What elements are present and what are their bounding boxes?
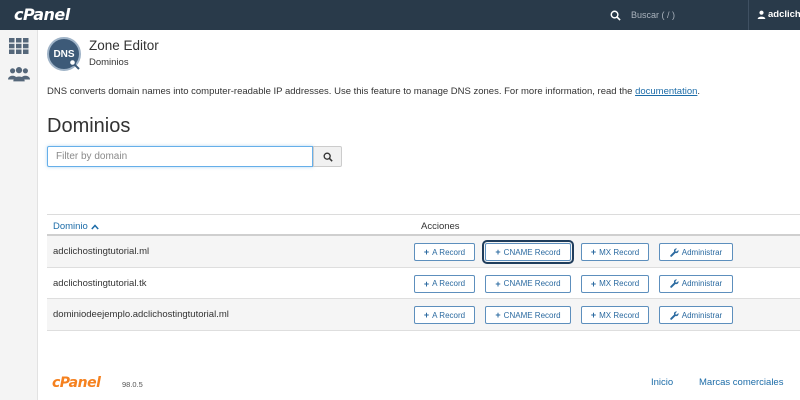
page-subtitle: Dominios (89, 57, 129, 68)
header-divider (748, 0, 749, 30)
column-actions-label: Acciones (421, 221, 460, 232)
page-description: DNS converts domain names into computer-… (47, 86, 700, 97)
column-domain-label: Dominio (53, 221, 88, 232)
page-title: Zone Editor (89, 38, 159, 53)
a-record-button[interactable]: + A Record (414, 274, 475, 293)
table-row: adclichostingtutorial.ml + A Record + CNAM… (47, 236, 800, 268)
documentation-link[interactable]: documentation (635, 86, 697, 97)
description-suffix: . (697, 86, 701, 97)
plus-icon: + (590, 278, 597, 289)
sidebar-item-tools[interactable] (8, 36, 30, 56)
description-text: DNS converts domain names into computer-… (47, 86, 633, 97)
mx-record-label: MX Record (599, 279, 640, 288)
table-header: Dominio Acciones (47, 214, 800, 236)
filter-search-button[interactable] (313, 146, 342, 167)
plus-icon: + (590, 310, 597, 320)
search-icon (323, 152, 333, 162)
version-number: 98.0.5 (122, 380, 143, 389)
search-icon (610, 10, 621, 21)
table-row: adclichostingtutorial.tk + A Record + CNAM… (47, 268, 800, 299)
cname-record-button[interactable]: + CNAME Record (482, 240, 574, 264)
manage-label: Administrar (681, 279, 723, 288)
a-record-label: A Record (432, 310, 466, 320)
manage-button[interactable]: Administrar (659, 274, 733, 293)
grid-icon (9, 38, 29, 54)
users-icon (8, 67, 30, 82)
magnifier-badge-icon (68, 58, 80, 70)
plus-icon: + (423, 278, 430, 289)
filter-domain-input[interactable] (47, 146, 313, 167)
cpanel-logo[interactable]: cPanel (14, 5, 70, 24)
a-record-label: A Record (432, 247, 466, 257)
top-bar: cPanel Buscar ( / ) adclicho (0, 0, 800, 30)
a-record-label: A Record (432, 279, 466, 288)
sidebar (0, 30, 38, 400)
domain-name: adclichostingtutorial.tk (53, 277, 147, 289)
footer-link-home[interactable]: Inicio (651, 377, 673, 388)
search-box[interactable]: Buscar ( / ) (606, 0, 746, 30)
table-row: dominiodeejemplo.adclichostingtutorial.m… (47, 299, 800, 331)
plus-icon: + (590, 247, 597, 257)
domain-name: dominiodeejemplo.adclichostingtutorial.m… (53, 309, 229, 320)
mx-record-label: MX Record (599, 247, 640, 257)
cname-record-button[interactable]: + CNAME Record (485, 306, 571, 324)
username: adclicho (768, 9, 800, 20)
plus-icon: + (423, 247, 430, 257)
main-content: DNS Zone Editor Dominios DNS converts do… (38, 30, 800, 400)
wrench-icon (669, 247, 679, 257)
footer-cpanel-logo: cPanel (52, 375, 101, 391)
cname-record-button[interactable]: + CNAME Record (485, 274, 571, 293)
mx-record-label: MX Record (599, 310, 640, 320)
sidebar-item-users[interactable] (8, 64, 30, 84)
manage-button[interactable]: Administrar (659, 306, 733, 324)
manage-button[interactable]: Administrar (659, 243, 733, 261)
user-icon (757, 10, 766, 19)
a-record-button[interactable]: + A Record (414, 243, 475, 261)
domain-name: adclichostingtutorial.ml (53, 246, 150, 257)
manage-label: Administrar (681, 247, 723, 257)
plus-icon: + (495, 310, 501, 320)
domains-table: Dominio Acciones adclichostingtutorial.m… (47, 214, 800, 331)
wrench-icon (669, 279, 679, 288)
cname-record-label: CNAME Record (503, 279, 561, 288)
cname-record-label: CNAME Record (503, 247, 561, 257)
search-placeholder: Buscar ( / ) (631, 10, 676, 20)
wrench-icon (669, 310, 679, 320)
cname-record-label: CNAME Record (503, 310, 561, 320)
plus-icon: + (423, 310, 430, 320)
plus-icon: + (495, 278, 501, 289)
footer-link-trademarks[interactable]: Marcas comerciales (699, 377, 783, 388)
mx-record-button[interactable]: + MX Record (581, 243, 649, 261)
mx-record-button[interactable]: + MX Record (581, 306, 649, 324)
user-menu[interactable]: adclicho (757, 9, 800, 20)
sort-domain-header[interactable]: Dominio (53, 221, 99, 232)
mx-record-button[interactable]: + MX Record (581, 274, 649, 293)
plus-icon: + (495, 247, 501, 257)
section-heading: Dominios (47, 115, 131, 137)
manage-label: Administrar (681, 310, 723, 320)
chevron-up-icon (91, 223, 99, 230)
a-record-button[interactable]: + A Record (414, 306, 475, 324)
